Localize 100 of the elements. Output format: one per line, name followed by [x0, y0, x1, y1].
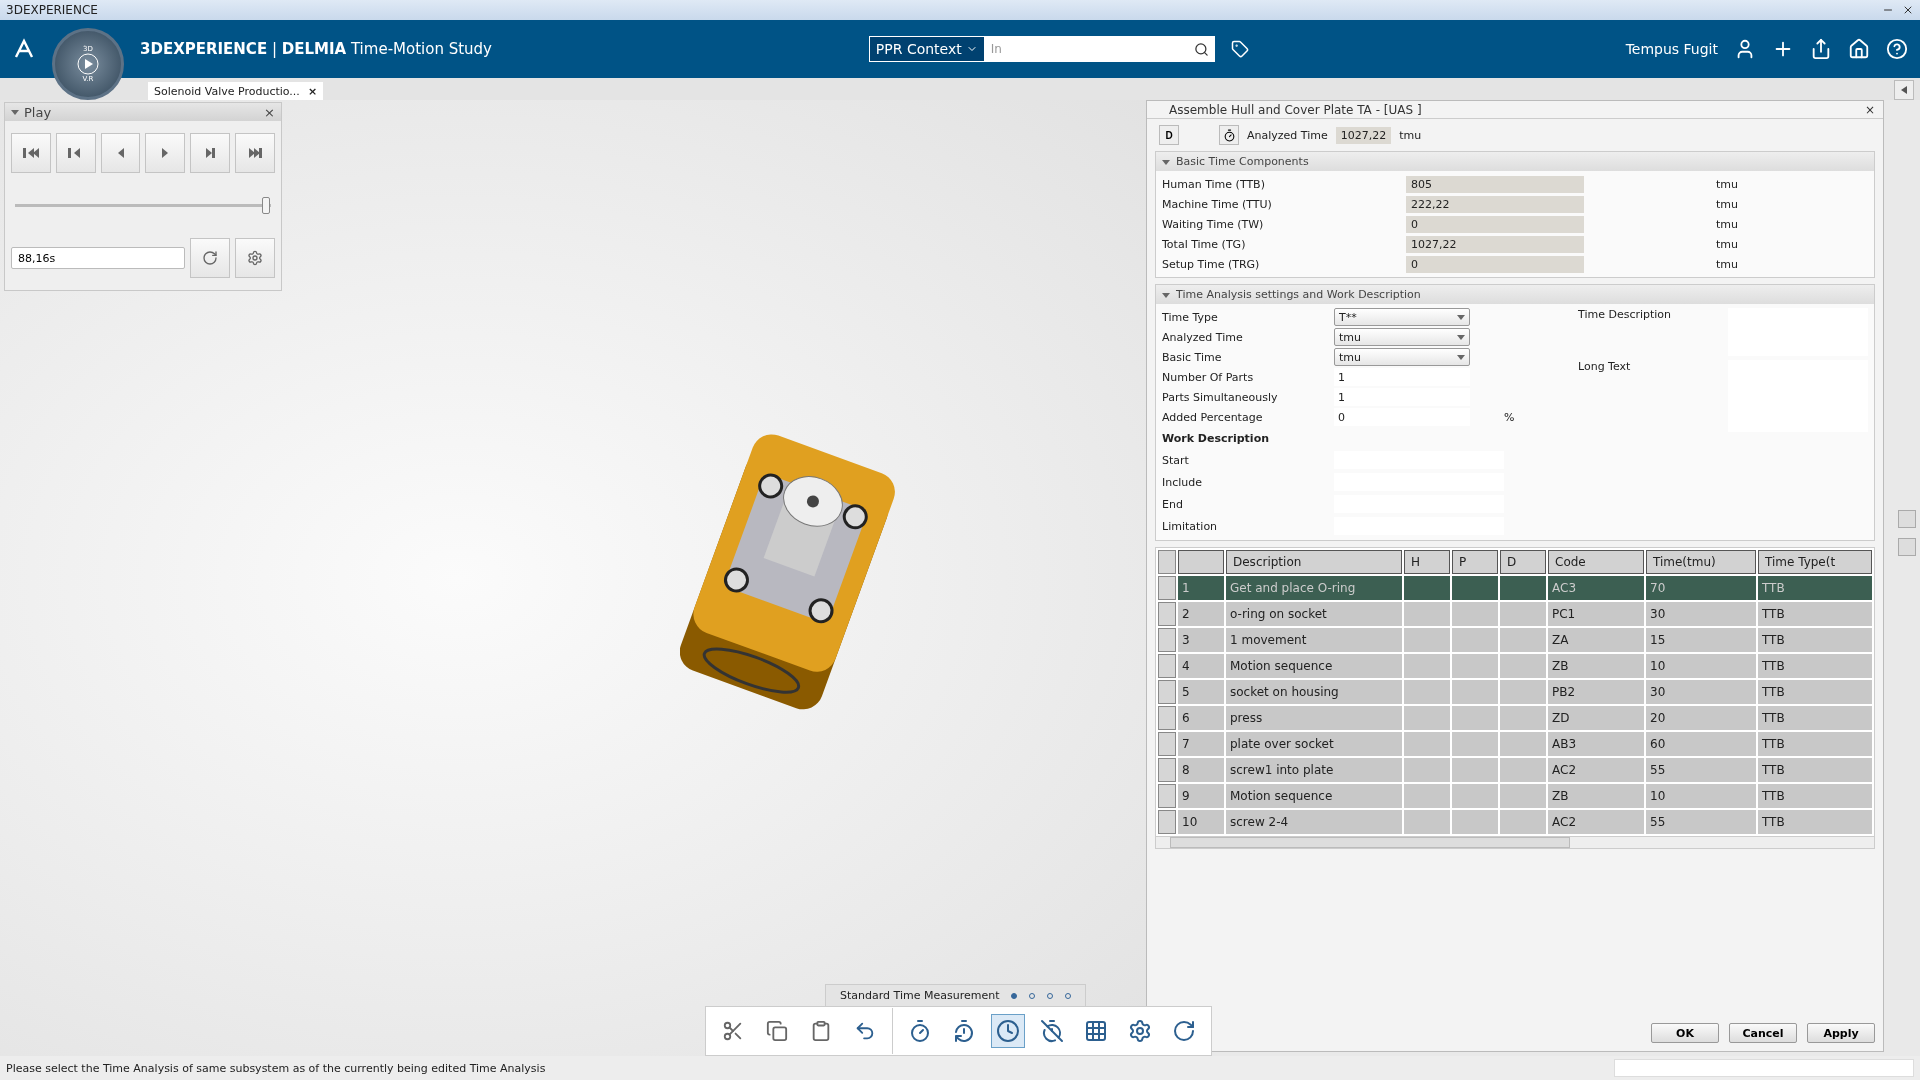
column-header[interactable]: P	[1452, 550, 1498, 574]
column-header[interactable]: D	[1500, 550, 1546, 574]
dialog-button[interactable]: Apply	[1807, 1023, 1875, 1043]
table-cell	[1500, 810, 1546, 834]
step-back-button[interactable]	[55, 133, 96, 173]
row-selector[interactable]	[1158, 706, 1176, 730]
table-cell: screw 2-4	[1226, 810, 1402, 834]
skip-start-icon	[22, 146, 39, 160]
input-field[interactable]: 0	[1334, 408, 1470, 426]
column-header	[1178, 550, 1224, 574]
time-field[interactable]: 88,16s	[11, 247, 185, 269]
row-selector[interactable]	[1158, 732, 1176, 756]
column-header[interactable]: Description	[1226, 550, 1402, 574]
skip-end-button[interactable]	[235, 133, 275, 173]
step-forward-button[interactable]	[190, 133, 231, 173]
context-dropdown[interactable]: PPR Context	[868, 36, 985, 62]
dialog-button[interactable]: Cancel	[1729, 1023, 1797, 1043]
readonly-field: 1027,22	[1406, 235, 1584, 253]
field-label: Time Type	[1162, 310, 1219, 324]
help-button[interactable]	[1886, 38, 1908, 60]
field-label: End	[1162, 497, 1184, 511]
table-cell	[1404, 628, 1450, 652]
stopwatch-button[interactable]	[1219, 125, 1239, 145]
dialog-button[interactable]: OK	[1651, 1023, 1719, 1043]
caret-left-icon	[1901, 86, 1907, 94]
table-cell[interactable]: 1	[1178, 576, 1224, 600]
row-selector[interactable]	[1158, 784, 1176, 808]
table-cell: Get and place O-ring	[1226, 576, 1402, 600]
share-button[interactable]	[1810, 38, 1832, 60]
table-cell[interactable]: 2	[1178, 602, 1224, 626]
close-icon[interactable]: ×	[264, 104, 275, 120]
caret-icon	[1457, 313, 1465, 321]
table-cell: plate over socket	[1226, 732, 1402, 756]
field-label: Human Time (TTB)	[1162, 177, 1266, 191]
table-cell: PC1	[1548, 602, 1644, 626]
tag-icon	[1230, 40, 1249, 58]
dropdown[interactable]: tmu	[1334, 348, 1470, 366]
table-cell	[1452, 758, 1498, 782]
scrollbar-thumb[interactable]	[1170, 837, 1570, 848]
table-cell[interactable]: 8	[1178, 758, 1224, 782]
unit-label: tmu	[1715, 197, 1739, 211]
column-header[interactable]: Code	[1548, 550, 1644, 574]
row-selector[interactable]	[1158, 628, 1176, 652]
table-cell	[1452, 576, 1498, 600]
input-field[interactable]: 1	[1334, 388, 1470, 406]
row-selector[interactable]	[1158, 576, 1176, 600]
tag-button[interactable]	[1230, 40, 1249, 58]
readonly-field: 0	[1406, 255, 1584, 273]
table-cell[interactable]: 6	[1178, 706, 1224, 730]
document-tab[interactable]: Solenoid Valve Productio... ×	[148, 82, 324, 100]
readonly-field: 0	[1406, 215, 1584, 233]
row-selector[interactable]	[1158, 810, 1176, 834]
section-header[interactable]: Time Analysis settings and Work Description	[1156, 285, 1874, 304]
column-header[interactable]: Time(tmu)	[1646, 550, 1756, 574]
table-cell[interactable]: 7	[1178, 732, 1224, 756]
document-button[interactable]: D	[1159, 125, 1179, 145]
column-header[interactable]: H	[1404, 550, 1450, 574]
close-icon[interactable]: ×	[1864, 102, 1875, 117]
refresh-button[interactable]	[190, 238, 230, 278]
settings-button[interactable]	[235, 238, 275, 278]
home-button[interactable]	[1848, 38, 1870, 60]
input-field[interactable]: 1	[1334, 368, 1470, 386]
table-cell[interactable]: 5	[1178, 680, 1224, 704]
section-header[interactable]: Basic Time Components	[1156, 152, 1874, 171]
close-icon[interactable]	[1902, 4, 1914, 16]
table-cell[interactable]: 4	[1178, 654, 1224, 678]
table-cell[interactable]: 10	[1178, 810, 1224, 834]
scroll-left-button[interactable]	[1894, 80, 1914, 100]
field-label: Long Text	[1578, 360, 1632, 375]
row-selector[interactable]	[1158, 680, 1176, 704]
caret-icon	[1162, 157, 1170, 166]
caret-icon[interactable]	[11, 108, 19, 116]
table-cell: 55	[1646, 758, 1756, 782]
timer-tool-button[interactable]	[991, 1014, 1025, 1048]
dropdown[interactable]: tmu	[1334, 328, 1470, 346]
settings-icon	[247, 250, 263, 266]
dropdown[interactable]: T**	[1334, 308, 1470, 326]
table-cell[interactable]: 3	[1178, 628, 1224, 652]
action-bar-title: Standard Time Measurement	[840, 989, 1000, 1002]
column-header[interactable]: Time Type(t	[1758, 550, 1872, 574]
field-label: Setup Time (TRG)	[1162, 257, 1261, 271]
table-cell	[1452, 706, 1498, 730]
table-cell: 10	[1646, 784, 1756, 808]
table-cell: ZD	[1548, 706, 1644, 730]
search-icon[interactable]	[1193, 41, 1209, 57]
table-cell: TTB	[1758, 706, 1872, 730]
copy-icon	[766, 1020, 788, 1042]
row-selector[interactable]	[1158, 654, 1176, 678]
user-name[interactable]: Tempus Fugit	[1625, 41, 1718, 57]
table-cell: 20	[1646, 706, 1756, 730]
table-cell	[1404, 810, 1450, 834]
field-label: Added Percentage	[1162, 410, 1264, 424]
row-selector[interactable]	[1158, 758, 1176, 782]
page-dot[interactable]	[1011, 992, 1018, 999]
skip-start-button[interactable]	[11, 133, 51, 173]
analyzed-time-value: 1027,22	[1335, 126, 1392, 144]
status-field[interactable]	[1614, 1059, 1914, 1077]
row-selector[interactable]	[1158, 602, 1176, 626]
slider-thumb[interactable]	[262, 197, 271, 214]
table-cell[interactable]: 9	[1178, 784, 1224, 808]
